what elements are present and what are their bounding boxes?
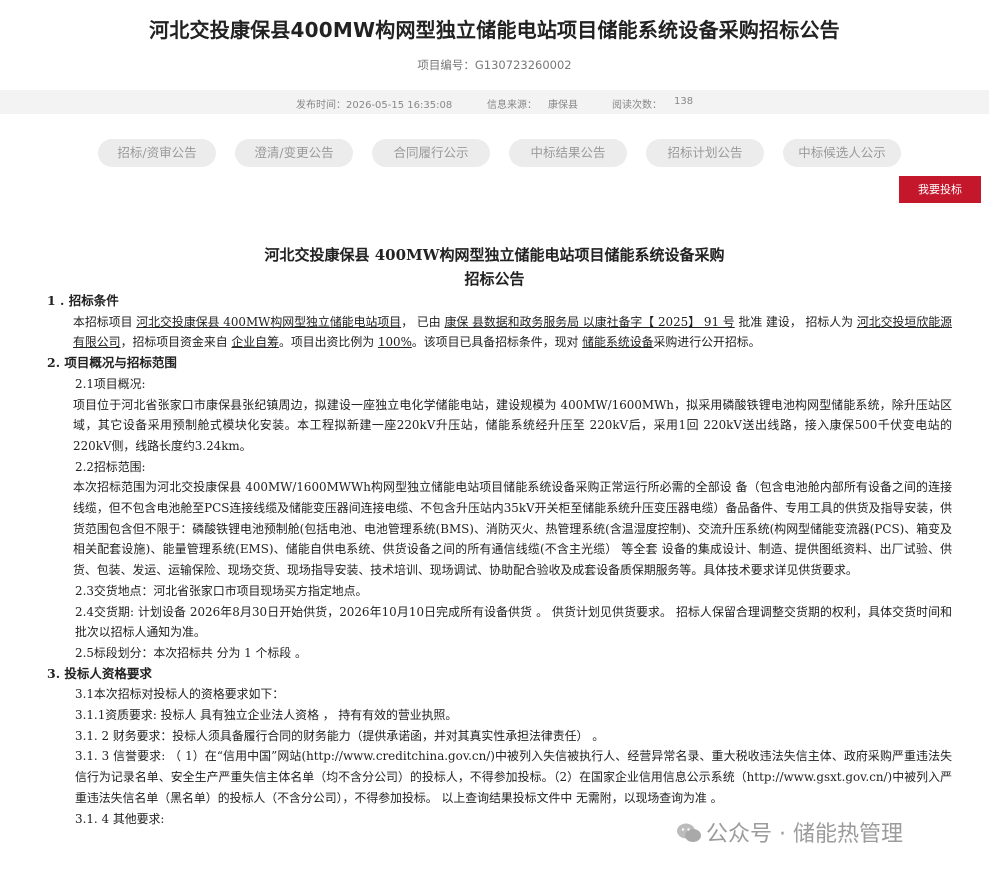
section-3-heading: 3. 投标人资格要求 [47, 665, 152, 681]
section-3-1-1: 3.1.1资质要求: 投标人 具有独立企业法人资格 ， 持有有效的营业执照。 [75, 708, 458, 723]
page-title: 河北交投康保县400MW构网型独立储能电站项目储能系统设备采购招标公告 [149, 18, 840, 42]
tab-change-notice[interactable]: 澄清/变更公告 [235, 139, 353, 167]
section-1-heading: 1 . 招标条件 [47, 293, 119, 308]
tab-contract-performance[interactable]: 合同履行公示 [372, 139, 490, 167]
project-name: 河北交投康保县 400MW构网型独立储能电站项目 [136, 314, 402, 329]
source-label: 信息来源： [487, 100, 537, 111]
doc-title-line2: 招标公告 [464, 270, 525, 288]
views-value: 138 [674, 96, 694, 107]
bid-button[interactable]: 我要投标 [899, 176, 981, 203]
meta-bar: 发布时间：2026-05-15 16:35:08 信息来源： 康保县 阅读次数：… [0, 90, 989, 114]
section-2-1-label: 2.1项目概况: [75, 376, 146, 391]
doc-title-line1: 河北交投康保县 400MW构网型独立储能电站项目储能系统设备采购 [264, 246, 725, 264]
section-2-4: 2.4交货期: 计划设备 2026年8月30日开始供货，2026年10月10日完… [75, 604, 952, 640]
section-2-5: 2.5标段划分：本次招标共 分为 1 个标段 。 [75, 645, 307, 660]
section-2-3: 2.3交货地点：河北省张家口市项目现场买方指定地点。 [75, 583, 368, 598]
text: 人为 [829, 314, 854, 329]
text: ， 已由 [401, 314, 441, 329]
fund-source: 企业自筹 [231, 335, 279, 350]
procurement-scope: 储能系统设备 [582, 335, 654, 350]
section-1-paragraph: 本招标项目 河北交投康保县 400MW构网型独立储能电站项目， 已由 康保 县数… [47, 312, 952, 353]
text: 。项目出资比例为 [278, 335, 375, 350]
publish-time: 发布时间：2026-05-15 16:35:08 [296, 100, 453, 111]
section-2-2-label: 2.2招标范围: [75, 459, 146, 474]
section-2-2-text: 本次招标范围为河北交投康保县 400MW/1600MWWh构网型独立储能电站项目… [73, 480, 952, 578]
section-2-1-text: 项目位于河北省张家口市康保县张纪镇周边，拟建设一座独立电化学储能电站，建设规模为… [73, 397, 952, 453]
text: 本招标项目 [73, 314, 133, 329]
section-3-1-3: 3.1. 3 信誉要求: （ 1）在“信用中国”网站(http://www.cr… [75, 749, 952, 805]
fund-ratio: 100% [377, 335, 412, 350]
text: 采购进行公开招标。 [653, 335, 761, 350]
text: ，招标项目资金来自 [120, 335, 228, 350]
source-value: 康保县 [548, 100, 578, 111]
section-3-1: 3.1本次招标对投标人的资格要求如下： [75, 687, 285, 702]
project-number: 项目编号：G130723260002 [417, 58, 572, 72]
tab-bid-plan[interactable]: 招标计划公告 [646, 139, 764, 167]
tab-bid-notice[interactable]: 招标/资审公告 [98, 139, 216, 167]
tab-award-result[interactable]: 中标结果公告 [509, 139, 627, 167]
watermark: 公众号 · 储能热管理 [706, 822, 903, 847]
views-label: 阅读次数： [612, 100, 662, 111]
section-2-heading: 2. 项目概况与招标范围 [47, 355, 177, 371]
document-body: 1 . 招标条件 本招标项目 河北交投康保县 400MW构网型独立储能电站项目，… [47, 291, 952, 829]
approver: 康保 县数据和政务服务局 以康社备字【 2025】 91 号 [444, 314, 735, 329]
tab-award-candidates[interactable]: 中标候选人公示 [783, 139, 901, 167]
section-3-1-2: 3.1. 2 财务要求：投标人须具备履行合同的财务能力（提供承诺函，并对其真实性… [75, 728, 605, 743]
text: 批准 建设， 招标 [738, 314, 830, 329]
text: 。该项目已具备招标条件，现对 [411, 335, 579, 350]
wechat-icon [677, 823, 701, 842]
